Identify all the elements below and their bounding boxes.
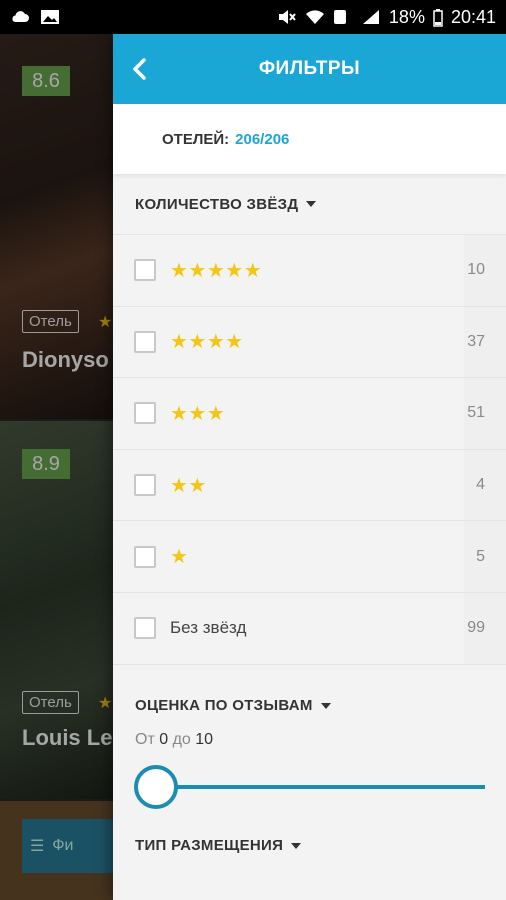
rating-range-text: От 0 до 10 xyxy=(113,731,506,749)
star-filter-row-2[interactable]: ★★ 4 xyxy=(113,449,506,522)
star-count: 99 xyxy=(467,619,485,637)
checkbox[interactable] xyxy=(134,545,156,568)
accommodation-section-header[interactable]: ТИП РАЗМЕЩЕНИЯ xyxy=(113,819,506,873)
battery-percent: 18% xyxy=(388,6,425,27)
signal-icon xyxy=(361,9,381,25)
status-bar: 18% 20:41 xyxy=(0,0,506,34)
range-to-label: до xyxy=(172,730,191,748)
stars-4-icon: ★★★★ xyxy=(170,331,244,354)
cloud-icon xyxy=(10,9,30,25)
wifi-icon xyxy=(305,9,325,25)
dim-overlay xyxy=(0,801,113,900)
dim-overlay xyxy=(0,421,113,799)
image-icon xyxy=(40,9,60,25)
star-count: 4 xyxy=(476,476,485,494)
range-to-value: 10 xyxy=(195,730,214,748)
rating-section-title: ОЦЕНКА ПО ОТЗЫВАМ xyxy=(135,697,313,715)
star-filter-row-5[interactable]: ★★★★★ 10 xyxy=(113,235,506,307)
checkbox[interactable] xyxy=(134,474,156,497)
checkbox[interactable] xyxy=(134,259,156,282)
caret-down-icon xyxy=(320,702,331,709)
stars-5-icon: ★★★★★ xyxy=(170,259,263,282)
range-from-label: От xyxy=(135,730,155,748)
star-filter-row-none[interactable]: Без звёзд 99 xyxy=(113,592,506,665)
checkbox[interactable] xyxy=(134,617,156,640)
row-shade xyxy=(464,449,506,521)
clock: 20:41 xyxy=(450,6,496,27)
battery-icon xyxy=(433,9,443,27)
star-filter-row-3[interactable]: ★★★ 51 xyxy=(113,378,506,450)
hotels-count-label: ОТЕЛЕЙ: xyxy=(162,130,230,148)
hotels-count-value: 206/206 xyxy=(235,130,290,148)
checkbox[interactable] xyxy=(134,330,156,353)
hotel-card[interactable]: 8.9 Отель ★ Louis Le xyxy=(0,421,113,799)
caret-down-icon xyxy=(291,842,302,849)
caret-down-icon xyxy=(306,201,317,207)
chevron-left-icon xyxy=(133,58,146,80)
hotel-card[interactable]: 8.6 Отель ★ Dionyso xyxy=(0,34,113,419)
stars-list: ★★★★★ 10 ★★★★ 37 ★★★ 51 ★★ 4 ★ 5 Без звё… xyxy=(113,234,506,665)
range-from-value: 0 xyxy=(159,730,169,748)
star-count: 10 xyxy=(467,261,485,279)
mute-icon xyxy=(277,9,297,25)
slider-thumb[interactable] xyxy=(134,764,178,809)
row-shade xyxy=(464,521,506,592)
back-button[interactable] xyxy=(123,52,157,86)
star-filter-row-1[interactable]: ★ 5 xyxy=(113,521,506,593)
filter-header: ФИЛЬТРЫ xyxy=(113,34,506,104)
page-title: ФИЛЬТРЫ xyxy=(258,58,361,79)
stars-3-icon: ★★★ xyxy=(170,402,226,425)
stars-section-title: КОЛИЧЕСТВО ЗВЁЗД xyxy=(135,195,299,213)
checkbox[interactable] xyxy=(134,402,156,425)
filter-panel: ФИЛЬТРЫ ОТЕЛЕЙ: 206/206 КОЛИЧЕСТВО ЗВЁЗД… xyxy=(113,34,506,900)
sim-icon xyxy=(333,9,353,25)
dim-overlay xyxy=(0,34,113,419)
filter-bar-background: ☰ Фи xyxy=(0,801,113,900)
stars-section-header[interactable]: КОЛИЧЕСТВО ЗВЁЗД xyxy=(113,174,506,234)
star-count: 5 xyxy=(476,547,485,565)
star-count: 37 xyxy=(467,332,485,350)
slider-track[interactable] xyxy=(156,784,485,789)
stars-1-icon: ★ xyxy=(170,546,189,569)
hotels-count: ОТЕЛЕЙ: 206/206 xyxy=(113,104,506,174)
accommodation-section-title: ТИП РАЗМЕЩЕНИЯ xyxy=(135,837,284,855)
star-filter-row-4[interactable]: ★★★★ 37 xyxy=(113,306,506,379)
stars-2-icon: ★★ xyxy=(170,474,207,497)
star-count: 51 xyxy=(467,404,485,422)
no-stars-label: Без звёзд xyxy=(170,618,247,638)
hotel-list-background: 8.6 Отель ★ Dionyso 8.9 Отель ★ Louis Le… xyxy=(0,34,113,900)
rating-slider[interactable] xyxy=(134,764,485,809)
